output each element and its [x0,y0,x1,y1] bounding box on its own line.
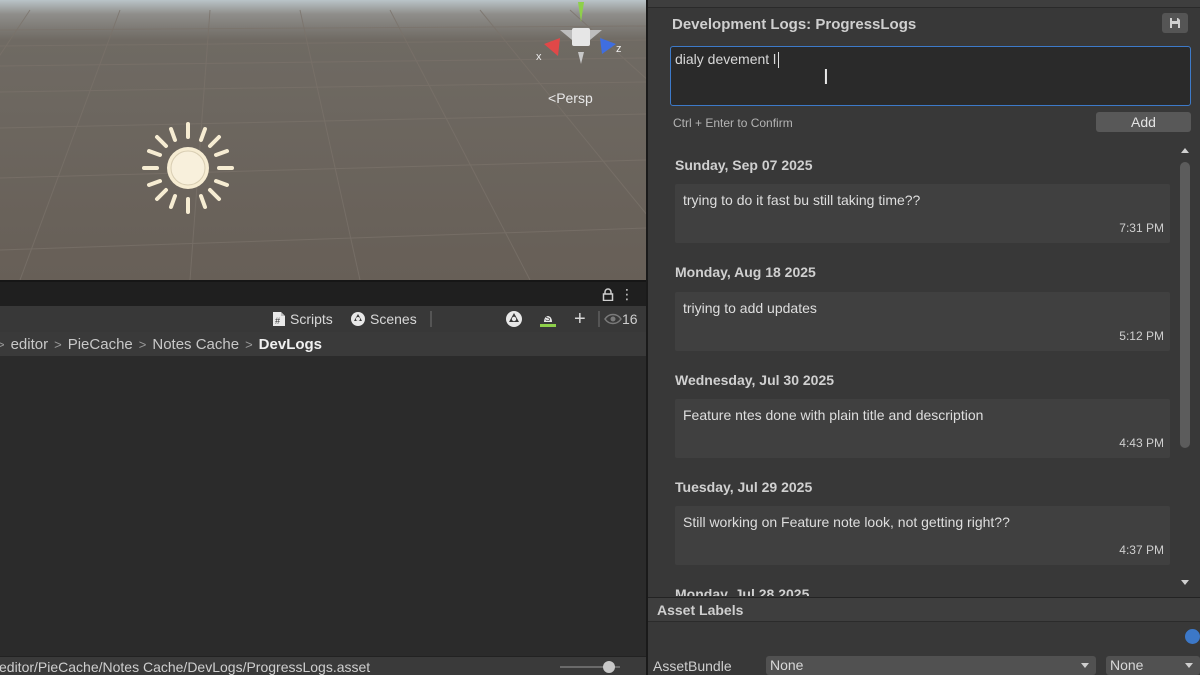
create-button[interactable]: + [574,307,586,330]
asset-store-button[interactable]: S [539,310,557,328]
log-entry-card[interactable]: Feature ntes done with plain title and d… [675,399,1170,458]
assetbundle-name-value: None [770,657,804,673]
svg-text:#: # [275,316,280,326]
inspector-title: Development Logs: ProgressLogs [672,16,917,33]
text-caret [778,52,780,69]
log-entry-time: 7:31 PM [1119,221,1164,235]
log-scrollbar-thumb[interactable] [1180,162,1190,448]
project-toolbar: # Scripts Scenes S + 16 [0,306,646,332]
project-file-area[interactable] [0,356,646,656]
scenes-label: Scenes [370,311,417,327]
toolbar-separator [430,311,432,327]
asset-store-icon: S [540,314,556,327]
plus-icon: + [574,307,586,330]
hidden-count: 16 [622,311,638,327]
breadcrumb-item[interactable]: PieCache [68,336,133,353]
log-entry-card[interactable]: trying to do it fast bu still taking tim… [675,184,1170,243]
log-entry-input-value: dialy devement l [675,51,777,67]
log-entry-text: Feature ntes done with plain title and d… [683,407,984,423]
unity-logo-icon [506,311,522,327]
assetbundle-name-dropdown[interactable]: None [766,656,1096,675]
add-button[interactable]: Add [1096,112,1191,132]
project-status-bar: editor/PieCache/Notes Cache/DevLogs/Prog… [0,656,646,675]
save-button[interactable] [1162,13,1188,33]
confirm-hint: Ctrl + Enter to Confirm [673,116,793,130]
day-header: Monday, Aug 18 2025 [675,264,816,280]
scene-view[interactable]: x z <Persp [0,0,646,280]
selected-asset-path: editor/PieCache/Notes Cache/DevLogs/Prog… [0,659,371,675]
breadcrumb-current[interactable]: DevLogs [259,336,322,353]
projection-label: Persp [556,90,593,106]
scroll-up-arrow-icon[interactable] [1181,148,1189,153]
icon-size-slider-thumb[interactable] [603,661,615,673]
breadcrumb-item[interactable]: editor [11,336,49,353]
chevron-left-icon: < [548,90,557,106]
inspector-panel: Development Logs: ProgressLogs dialy dev… [648,0,1200,675]
log-entry-text: Still working on Feature note look, not … [683,514,1010,530]
dropdown-arrow-icon [1185,663,1193,668]
log-list[interactable]: Sunday, Sep 07 2025 trying to do it fast… [648,146,1178,596]
day-header: Tuesday, Jul 29 2025 [675,479,813,495]
breadcrumb: > editor > PieCache > Notes Cache > DevL… [0,332,646,356]
svg-text:S: S [545,314,550,323]
projection-toggle[interactable]: <Persp [548,90,593,106]
chevron-right-icon: > [138,336,147,352]
log-entry-time: 4:37 PM [1119,543,1164,557]
log-entry-time: 5:12 PM [1119,329,1164,343]
asset-labels-body [648,622,1200,652]
project-tab-bar: ⋮ [0,280,646,306]
scripts-label: Scripts [290,311,333,327]
eye-icon [604,313,622,325]
lock-icon[interactable] [602,288,614,301]
scenes-filter-button[interactable]: Scenes [350,310,417,328]
log-entry-card[interactable]: Still working on Feature note look, not … [675,506,1170,565]
gizmo-z-label: z [616,43,622,55]
dropdown-arrow-icon [1081,663,1089,668]
toolbar-separator [598,311,600,327]
label-tag-icon[interactable] [1185,629,1200,644]
log-entry-text: trying to do it fast bu still taking tim… [683,192,921,208]
day-header: Sunday, Sep 07 2025 [675,157,813,173]
log-entry-text: triying to add updates [683,300,817,316]
chevron-right-icon: > [54,336,62,352]
scroll-down-arrow-icon[interactable] [1181,580,1189,585]
day-header: Wednesday, Jul 30 2025 [675,372,835,388]
unity-scene-icon [351,312,365,326]
kebab-menu-icon[interactable]: ⋮ [620,287,634,301]
floppy-disk-icon [1170,18,1180,28]
directional-light-icon[interactable] [141,121,235,215]
inspector-header-strip [648,0,1200,8]
chevron-right-icon: > [0,336,5,352]
scripts-filter-button[interactable]: # Scripts [272,310,333,328]
assetbundle-variant-dropdown[interactable]: None [1106,656,1200,675]
gizmo-x-label: x [536,51,542,63]
assetbundle-row: AssetBundle None None [648,654,1200,675]
day-header: Monday, Jul 28 2025 [675,586,810,596]
asset-labels-header[interactable]: Asset Labels [648,597,1200,622]
script-file-icon: # [273,312,285,326]
hidden-packages-toggle[interactable]: 16 [604,310,638,328]
log-entry-time: 4:43 PM [1119,436,1164,450]
assetbundle-label: AssetBundle [653,658,732,674]
chevron-right-icon: > [245,336,253,352]
breadcrumb-item[interactable]: Notes Cache [152,336,239,353]
asset-labels-title: Asset Labels [657,602,744,618]
assetbundle-variant-value: None [1110,657,1144,673]
project-panel: ⋮ # Scripts Scenes S + 16 > editor > Pie… [0,280,646,675]
ibeam-cursor-icon: I [823,65,829,89]
package-button[interactable] [505,310,523,328]
log-entry-card[interactable]: triying to add updates 5:12 PM [675,292,1170,351]
log-entry-input[interactable]: dialy devement l I [670,46,1191,106]
orientation-gizmo-icon[interactable]: x z [532,0,628,72]
